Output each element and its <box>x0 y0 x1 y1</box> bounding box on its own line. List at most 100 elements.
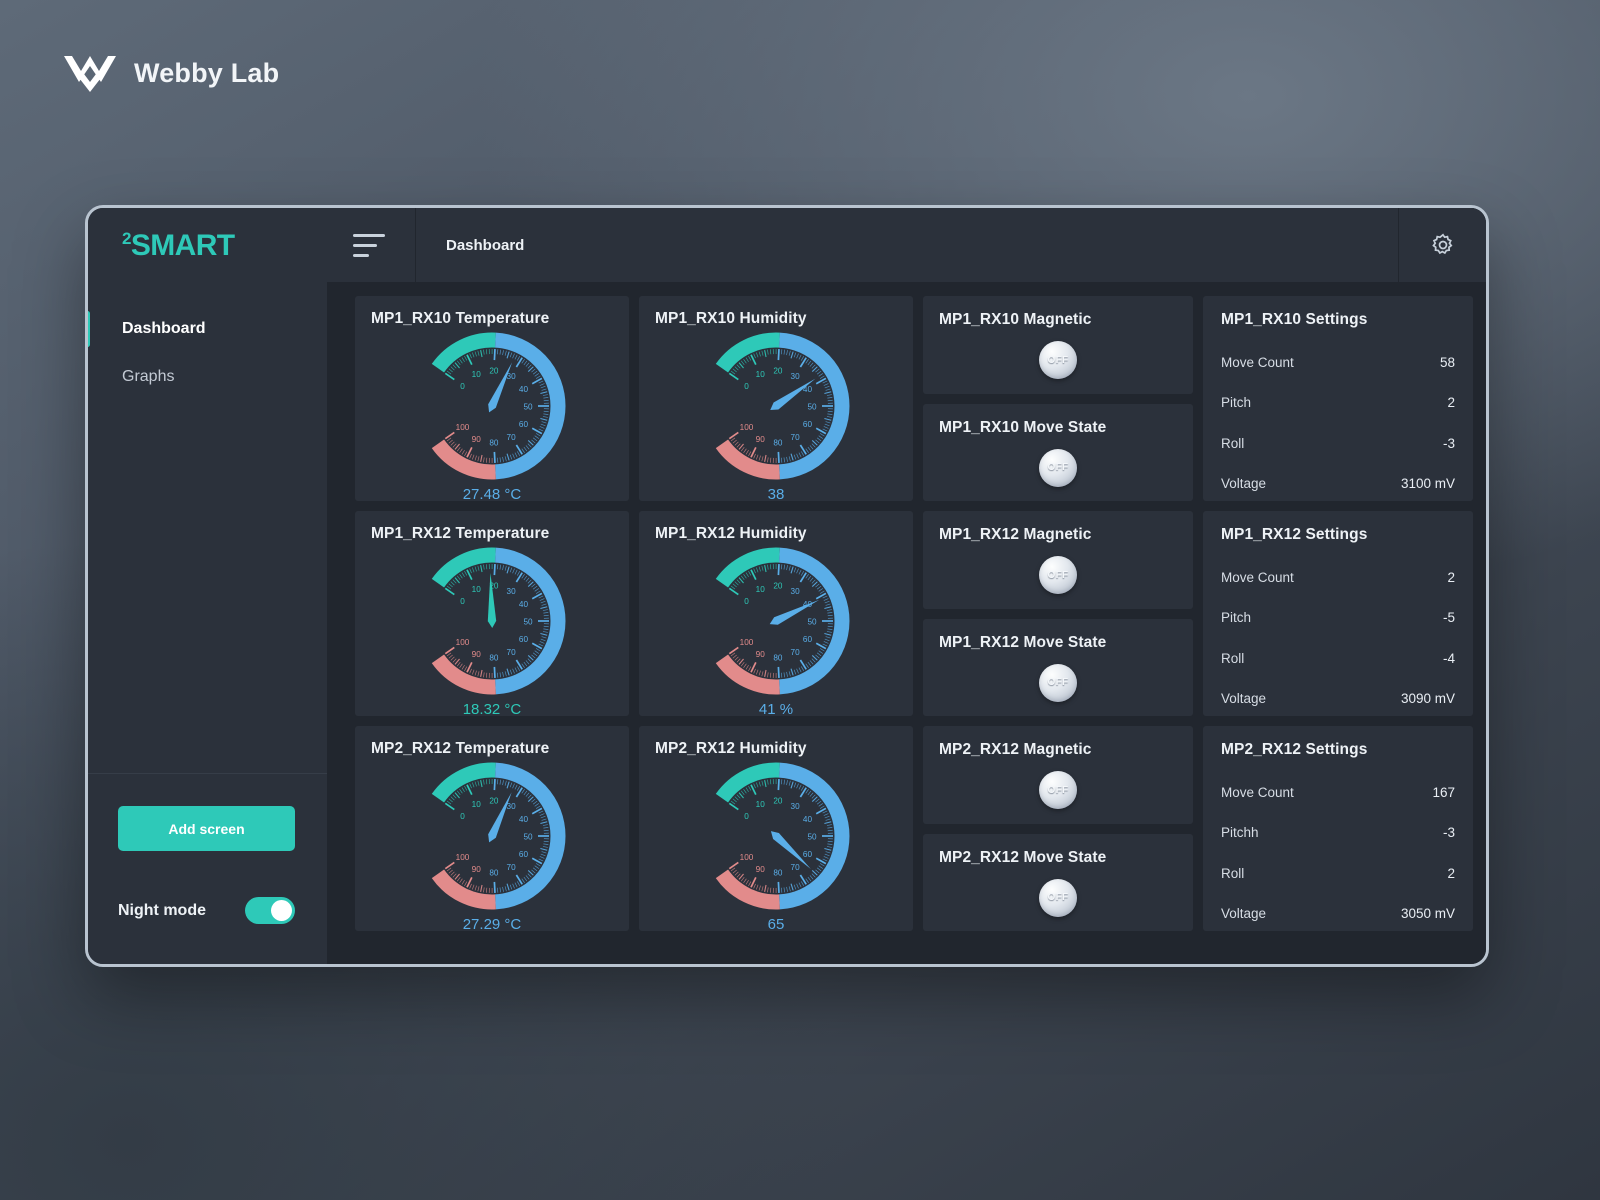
svg-text:90: 90 <box>472 650 482 659</box>
settings-rows: Move Count 58 Pitch 2 Roll -3 Voltage 31… <box>1221 343 1455 503</box>
settings-card: MP2_RX12 Settings Move Count 167 Pitchh … <box>1203 726 1473 931</box>
gauge-value: 27.29 °C <box>462 916 522 933</box>
toggle-card: MP1_RX12 Move State OFF <box>923 618 1193 716</box>
settings-row: Pitchh -3 <box>1221 814 1455 853</box>
settings-row: Voltage 3100 mV <box>1221 465 1455 504</box>
svg-text:40: 40 <box>803 815 813 824</box>
gauge-card: MP2_RX12 Temperature 0 10 20 30 40 50 60 70 80 90… <box>355 726 629 933</box>
toggle-body: OFF <box>939 771 1177 809</box>
night-mode-toggle-knob <box>271 900 292 921</box>
gauge: 0 10 20 3040 50 6070 80 90100 <box>371 756 613 916</box>
svg-text:70: 70 <box>791 648 801 657</box>
state-orb-button[interactable]: OFF <box>1039 341 1077 379</box>
add-screen-button[interactable]: Add screen <box>118 806 295 851</box>
settings-key: Roll <box>1221 650 1245 666</box>
svg-text:100: 100 <box>740 638 754 647</box>
settings-key: Roll <box>1221 865 1245 881</box>
toggle-column: MP2_RX12 Magnetic OFF MP2_RX12 Move Stat… <box>923 726 1193 931</box>
card-title: MP1_RX10 Move State <box>939 418 1107 436</box>
toggle-card: MP2_RX12 Magnetic OFF <box>923 726 1193 824</box>
settings-value: 2 <box>1447 569 1455 585</box>
sidebar-item-label: Graphs <box>122 368 175 385</box>
sidebar-item-label: Dashboard <box>122 320 206 337</box>
svg-text:10: 10 <box>472 800 482 809</box>
settings-key: Voltage <box>1221 476 1267 492</box>
card-title: MP1_RX12 Settings <box>1221 526 1368 543</box>
svg-text:80: 80 <box>489 653 499 662</box>
svg-text:30: 30 <box>791 587 801 596</box>
state-orb-button[interactable]: OFF <box>1039 663 1077 702</box>
settings-value: -4 <box>1442 650 1455 666</box>
state-orb-button[interactable]: OFF <box>1039 448 1077 487</box>
svg-text:80: 80 <box>489 438 499 447</box>
svg-text:50: 50 <box>523 617 533 626</box>
gauge-card: MP1_RX10 Humidity 0 10 20 30 40 50 60 70 80 90 100… <box>639 296 913 503</box>
svg-text:10: 10 <box>756 800 766 809</box>
state-orb-label: OFF <box>1047 892 1069 903</box>
gauge-card: MP1_RX12 Humidity 0102030405060708090100… <box>639 511 913 718</box>
state-orb-button[interactable]: OFF <box>1039 556 1077 594</box>
svg-text:90: 90 <box>756 650 766 659</box>
night-mode-toggle[interactable] <box>245 897 295 924</box>
state-orb-button[interactable]: OFF <box>1039 771 1077 809</box>
svg-text:70: 70 <box>507 863 517 872</box>
sidebar-item-graphs[interactable]: Graphs <box>88 353 327 401</box>
sidebar-item-dashboard[interactable]: Dashboard <box>88 305 327 353</box>
sidebar: 2SMART Dashboard Graphs Add screen Night… <box>88 208 327 964</box>
settings-key: Pitchh <box>1221 825 1259 841</box>
settings-row: Roll 2 <box>1221 854 1455 893</box>
svg-text:50: 50 <box>523 402 533 411</box>
settings-button[interactable] <box>1398 208 1486 283</box>
gauge-card: MP1_RX12 Temperature 0 10 20 30 40 50 60 70 80 90… <box>355 511 629 718</box>
settings-row: Voltage 3090 mV <box>1221 680 1455 719</box>
hamburger-line <box>353 233 385 237</box>
svg-text:0: 0 <box>460 597 465 606</box>
state-orb-label: OFF <box>1047 354 1069 366</box>
settings-value: 2 <box>1447 865 1455 881</box>
hamburger-icon[interactable] <box>327 208 416 283</box>
settings-value: 3050 mV <box>1400 906 1455 922</box>
night-mode-label: Night mode <box>118 901 206 919</box>
card-title: MP2_RX12 Magnetic <box>939 741 1092 758</box>
card-title: MP2_RX12 Settings <box>1221 741 1368 758</box>
settings-key: Roll <box>1221 435 1245 451</box>
settings-row: Move Count 58 <box>1221 343 1455 382</box>
card-title: MP1_RX12 Move State <box>939 633 1107 651</box>
settings-row: Roll -4 <box>1221 639 1455 678</box>
svg-text:30: 30 <box>507 587 517 596</box>
gauge-value: 38 <box>767 486 785 503</box>
state-orb-button[interactable]: OFF <box>1039 878 1077 917</box>
settings-value: -3 <box>1442 825 1455 841</box>
svg-text:0: 0 <box>460 382 465 391</box>
webbylab-logo-icon <box>64 56 116 92</box>
gauge-value: 65 <box>767 916 785 933</box>
svg-text:50: 50 <box>523 832 533 841</box>
card-title: MP1_RX10 Settings <box>1221 311 1368 328</box>
svg-text:30: 30 <box>507 802 517 811</box>
toggle-column: MP1_RX10 Magnetic OFF MP1_RX10 Move Stat… <box>923 296 1193 501</box>
svg-text:20: 20 <box>489 366 499 375</box>
svg-text:60: 60 <box>803 850 813 859</box>
svg-text:90: 90 <box>756 435 766 444</box>
svg-text:10: 10 <box>756 585 766 594</box>
settings-key: Move Count <box>1221 569 1294 585</box>
svg-text:40: 40 <box>519 600 529 609</box>
svg-text:80: 80 <box>489 868 499 877</box>
settings-value: -3 <box>1442 435 1455 451</box>
settings-key: Voltage <box>1221 906 1267 922</box>
svg-text:20: 20 <box>773 581 783 590</box>
svg-text:90: 90 <box>472 435 482 444</box>
toggle-card: MP2_RX12 Move State OFF <box>923 833 1193 931</box>
svg-text:10: 10 <box>756 370 766 379</box>
toggle-body: OFF <box>939 878 1177 917</box>
state-orb-label: OFF <box>1047 569 1069 581</box>
settings-row: Pitch -5 <box>1221 599 1455 638</box>
svg-text:10: 10 <box>472 370 482 379</box>
sidebar-nav: Dashboard Graphs <box>88 283 327 401</box>
svg-text:90: 90 <box>472 865 482 874</box>
svg-text:100: 100 <box>740 423 754 432</box>
settings-value: 58 <box>1439 354 1455 370</box>
breadcrumb: Dashboard <box>446 236 525 254</box>
svg-text:90: 90 <box>756 865 766 874</box>
toggle-card: MP1_RX12 Magnetic OFF <box>923 511 1193 609</box>
